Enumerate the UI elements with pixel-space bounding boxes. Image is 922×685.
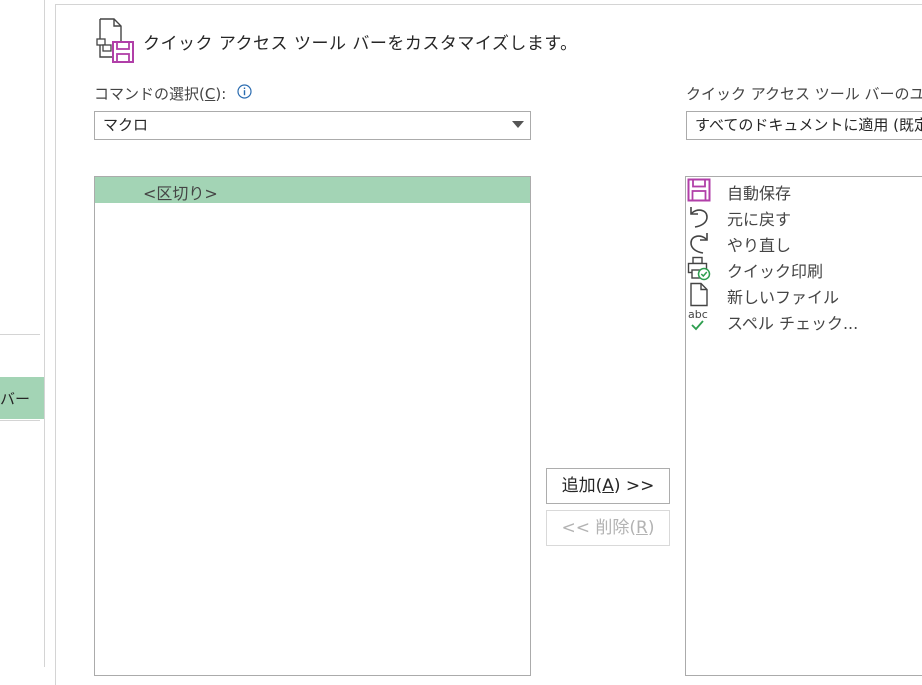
customize-qat-label: クイック アクセス ツール バーのユー [686,85,922,103]
qat-commands-list[interactable]: 自動保存 元に戻す やり直し クイック印刷 新しいファイル abc スペル チェ… [685,176,922,676]
list-item-spelling[interactable]: abc スペル チェック... [686,308,922,334]
undo-icon [690,207,708,228]
choose-commands-label: コマンドの選択(C): [94,85,227,103]
customize-qat-dropdown[interactable]: すべてのドキュメントに適用 (既定 [686,111,922,140]
chevron-down-icon[interactable] [512,121,524,129]
quick-print-icon [687,256,711,281]
remove-button[interactable]: << 削除(R) [546,510,670,546]
list-item-label: クイック印刷 [727,262,824,281]
list-item-label: 自動保存 [727,184,792,203]
list-item-quick-print[interactable]: クイック印刷 [686,256,922,282]
redo-icon [690,233,708,254]
available-commands-list[interactable]: <区切り> [94,176,531,676]
autosave-icon [687,178,711,202]
list-item-new-file[interactable]: 新しいファイル [686,282,922,308]
nav-item-label: バー [0,390,31,408]
nav-divider [0,420,40,421]
list-item-label: やり直し [727,236,792,255]
list-item-label: 新しいファイル [727,288,840,307]
list-item-autosave[interactable]: 自動保存 [686,178,922,204]
customize-qat-icon [96,18,134,63]
list-item-redo[interactable]: やり直し [686,230,922,256]
choose-commands-dropdown[interactable]: マクロ [94,111,531,140]
info-icon[interactable] [237,84,252,99]
list-item-undo[interactable]: 元に戻す [686,204,922,230]
spelling-icon: abc [688,308,708,331]
list-item-label: 元に戻す [727,210,792,229]
list-item-label: <区切り> [143,184,218,203]
add-button[interactable]: 追加(A) >> [546,468,670,504]
list-item-label: スペル チェック... [727,314,859,333]
nav-divider [0,334,40,335]
svg-text:abc: abc [688,308,708,321]
page-title: クイック アクセス ツール バーをカスタマイズします。 [143,34,578,54]
list-item-separator[interactable]: <区切り> [95,177,530,203]
new-file-icon [690,282,708,307]
